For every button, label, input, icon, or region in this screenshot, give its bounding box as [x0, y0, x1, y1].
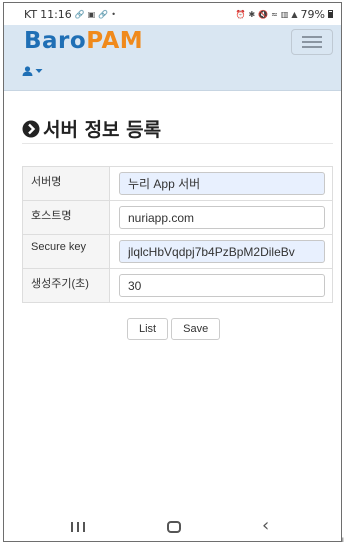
hostname-input[interactable] — [119, 206, 325, 229]
user-icon — [22, 66, 33, 76]
link-icon: 🔗 — [74, 9, 85, 19]
battery-level: 79% — [300, 7, 325, 21]
user-menu-toggle[interactable] — [22, 66, 43, 76]
list-button[interactable]: List — [127, 318, 169, 340]
battery-icon — [328, 10, 333, 18]
back-icon[interactable]: ‹ — [262, 515, 269, 536]
clock: 11:16 — [40, 7, 72, 21]
save-button[interactable]: Save — [171, 318, 221, 340]
recent-apps-icon[interactable] — [71, 522, 85, 532]
top-navbar: BaroPAM — [4, 25, 341, 91]
form-row-server-name: 서버명 — [22, 166, 333, 201]
status-left: KT 11:16 🔗 ▣ 🔗 • — [24, 8, 116, 21]
cycle-input[interactable] — [119, 274, 325, 297]
server-form-table: 서버명 호스트명 Secure key 생성주기(초) — [22, 166, 333, 303]
hostname-label: 호스트명 — [22, 200, 110, 235]
signal-icon: ▲ — [291, 9, 298, 19]
brand-part1: Baro — [24, 28, 87, 54]
caret-down-icon — [35, 69, 43, 73]
brand-part2: PAM — [86, 28, 144, 54]
server-name-input[interactable] — [119, 172, 325, 195]
form-actions: List Save — [127, 318, 221, 340]
bluetooth-icon: ✱ — [248, 9, 256, 19]
carrier-label: KT — [24, 7, 38, 21]
status-right: ⏰ ✱ 🔇 ≈ ▥ ▲ 79% — [235, 8, 333, 21]
secure-key-label: Secure key — [22, 234, 110, 269]
status-bar: KT 11:16 🔗 ▣ 🔗 • ⏰ ✱ 🔇 ≈ ▥ ▲ 79% — [4, 3, 341, 25]
circle-arrow-right-icon — [22, 120, 40, 137]
phone-screen: KT 11:16 🔗 ▣ 🔗 • ⏰ ✱ 🔇 ≈ ▥ ▲ 79% BaroPAM — [3, 2, 342, 542]
page-title: 서버 정보 등록 — [22, 115, 161, 142]
mute-icon: 🔇 — [258, 9, 269, 19]
brand-logo[interactable]: BaroPAM — [24, 28, 143, 54]
cycle-label: 생성주기(초) — [22, 268, 110, 303]
lte-icon: ▥ — [280, 9, 289, 19]
title-divider — [22, 143, 333, 144]
image-icon: ▣ — [87, 9, 96, 19]
hamburger-icon[interactable] — [291, 29, 333, 55]
page-title-text: 서버 정보 등록 — [43, 119, 162, 141]
dot-icon: • — [111, 9, 117, 19]
system-nav-bar: ‹ — [4, 513, 341, 541]
alarm-icon: ⏰ — [235, 9, 246, 19]
form-row-cycle: 생성주기(초) — [22, 268, 333, 303]
secure-key-input[interactable] — [119, 240, 325, 263]
corner-mark: Ӏ — [342, 537, 344, 544]
wifi-icon: ≈ — [271, 9, 278, 19]
server-name-label: 서버명 — [22, 166, 110, 201]
form-row-secure-key: Secure key — [22, 234, 333, 269]
home-icon[interactable] — [167, 521, 181, 533]
form-row-hostname: 호스트명 — [22, 200, 333, 235]
link-icon: 🔗 — [98, 9, 109, 19]
